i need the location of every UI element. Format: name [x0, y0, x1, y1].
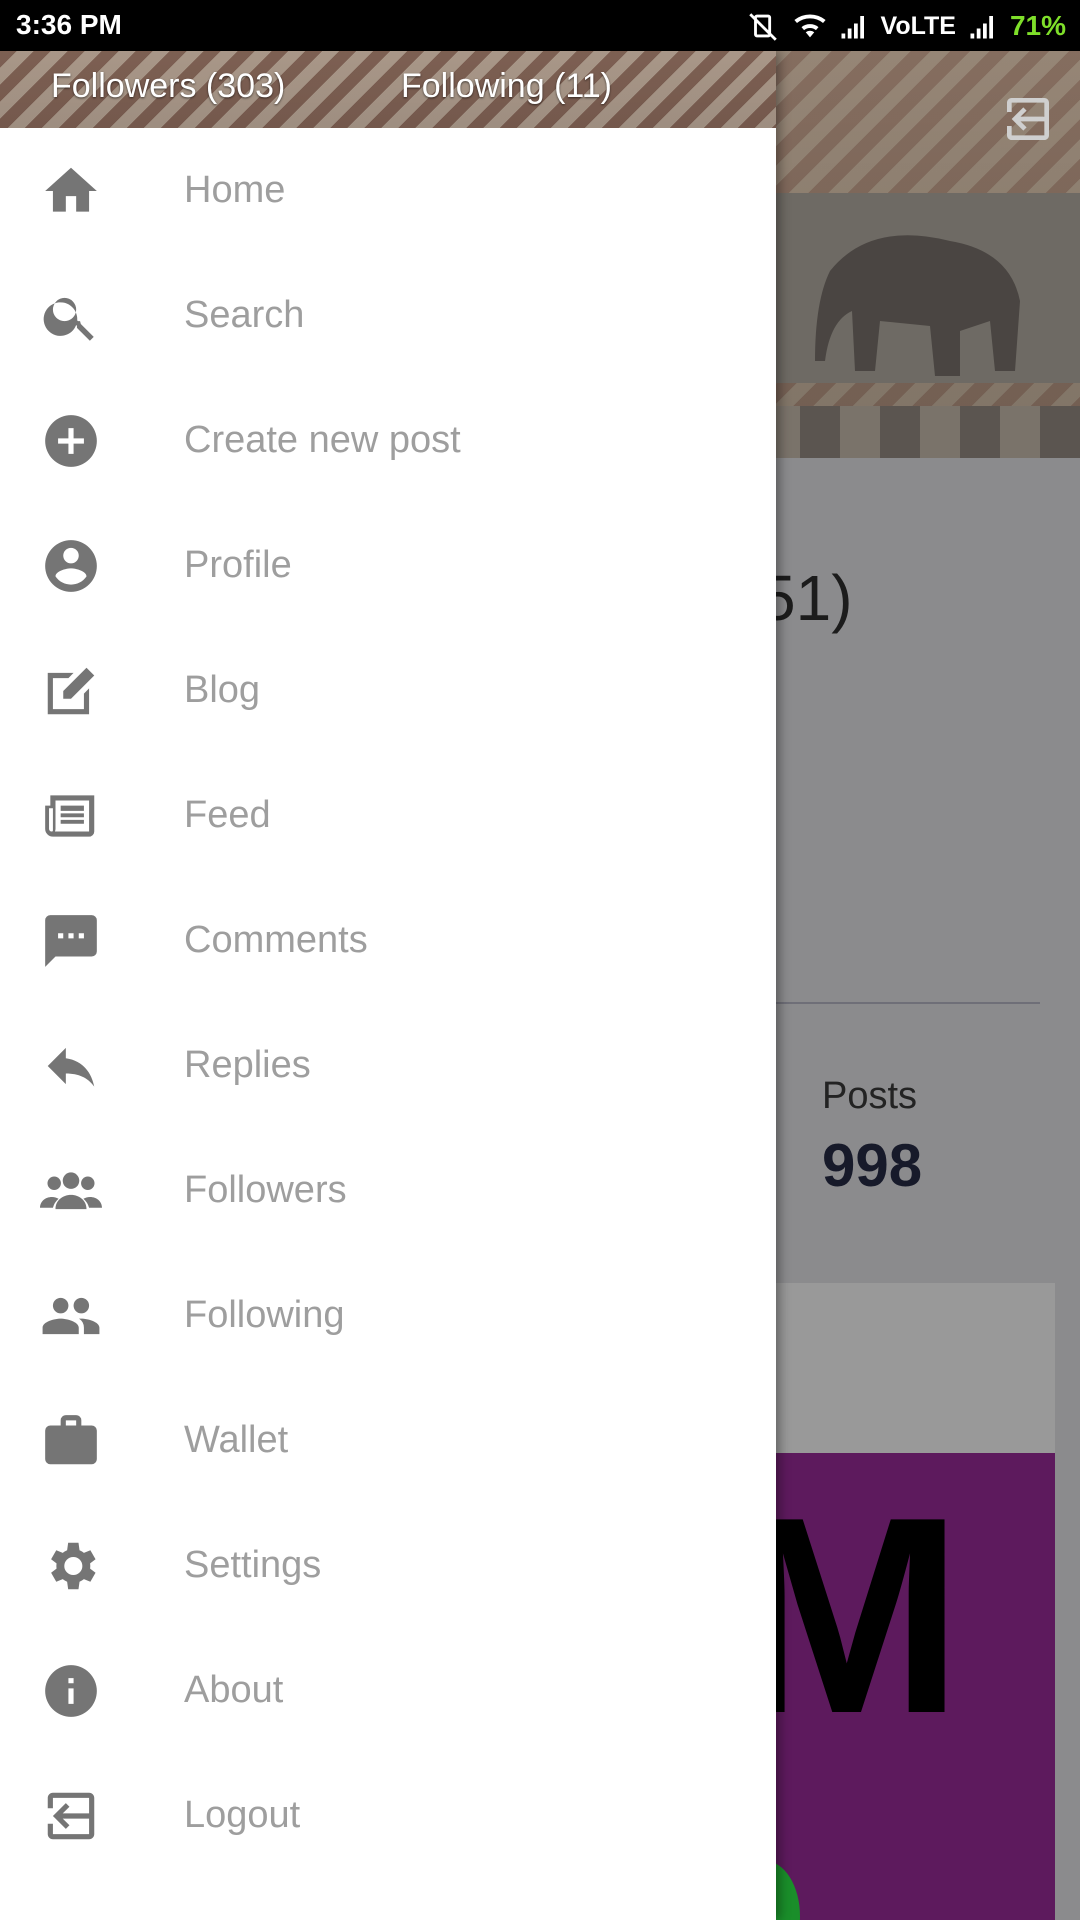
menu-label: Create new post: [184, 419, 461, 461]
menu-item-blog[interactable]: Blog: [0, 628, 776, 753]
menu-label: Home: [184, 169, 286, 211]
wifi-icon: [793, 9, 827, 43]
navigation-drawer: Followers (303) Following (11) Home Sear…: [0, 51, 776, 1920]
login-icon: [1000, 91, 1056, 152]
status-icons: VoLTE 71%: [747, 8, 1066, 44]
menu-item-search[interactable]: Search: [0, 253, 776, 378]
drawer-menu: Home Search Create new post Profile Blog…: [0, 128, 776, 1878]
menu-item-profile[interactable]: Profile: [0, 503, 776, 628]
menu-label: Search: [184, 294, 305, 336]
followers-count-link[interactable]: Followers (303): [51, 67, 285, 106]
logout-icon: [40, 1785, 102, 1847]
menu-label: Replies: [184, 1044, 311, 1086]
home-icon: [40, 160, 102, 222]
menu-item-about[interactable]: About: [0, 1628, 776, 1753]
menu-label: Profile: [184, 544, 292, 586]
menu-label: Wallet: [184, 1419, 289, 1461]
add-circle-icon: [40, 410, 102, 472]
menu-item-logout[interactable]: Logout: [0, 1753, 776, 1878]
network-type: VoLTE: [880, 11, 956, 40]
wallet-icon: [40, 1410, 102, 1472]
menu-label: About: [184, 1669, 284, 1711]
menu-item-comments[interactable]: Comments: [0, 878, 776, 1003]
following-count-link[interactable]: Following (11): [401, 67, 612, 106]
menu-label: Comments: [184, 919, 368, 961]
status-time: 3:36 PM: [16, 9, 122, 40]
menu-label: Settings: [184, 1544, 322, 1586]
menu-item-feed[interactable]: Feed: [0, 753, 776, 878]
menu-item-create-new-post[interactable]: Create new post: [0, 378, 776, 503]
menu-label: Blog: [184, 669, 261, 711]
menu-label: Feed: [184, 794, 271, 836]
settings-icon: [40, 1535, 102, 1597]
posts-count: 998: [822, 1132, 923, 1199]
menu-item-wallet[interactable]: Wallet: [0, 1378, 776, 1503]
reply-icon: [40, 1035, 102, 1097]
battery-level: 71%: [1009, 10, 1066, 41]
elephant-image: [815, 235, 1020, 376]
menu-label: Logout: [184, 1794, 301, 1836]
following-icon: [40, 1285, 102, 1347]
followers-icon: [40, 1160, 102, 1222]
search-icon: [40, 285, 102, 347]
menu-label: Following: [184, 1294, 345, 1336]
status-bar: 3:36 PM VoLTE 71%: [0, 0, 1080, 51]
comment-icon: [40, 910, 102, 972]
posts-label: Posts: [822, 1075, 918, 1117]
account-circle-icon: [40, 535, 102, 597]
menu-item-home[interactable]: Home: [0, 128, 776, 253]
menu-item-following[interactable]: Following: [0, 1253, 776, 1378]
signal-icon-2: [968, 11, 998, 41]
drawer-header: Followers (303) Following (11): [0, 51, 776, 128]
newspaper-icon: [40, 785, 102, 847]
menu-item-settings[interactable]: Settings: [0, 1503, 776, 1628]
signal-icon-1: [839, 11, 869, 41]
mute-vibrate-icon: [747, 9, 781, 43]
menu-label: Followers: [184, 1169, 347, 1211]
divider: [760, 1002, 1040, 1004]
info-icon: [40, 1660, 102, 1722]
menu-item-replies[interactable]: Replies: [0, 1003, 776, 1128]
edit-icon: [40, 660, 102, 722]
menu-item-followers[interactable]: Followers: [0, 1128, 776, 1253]
